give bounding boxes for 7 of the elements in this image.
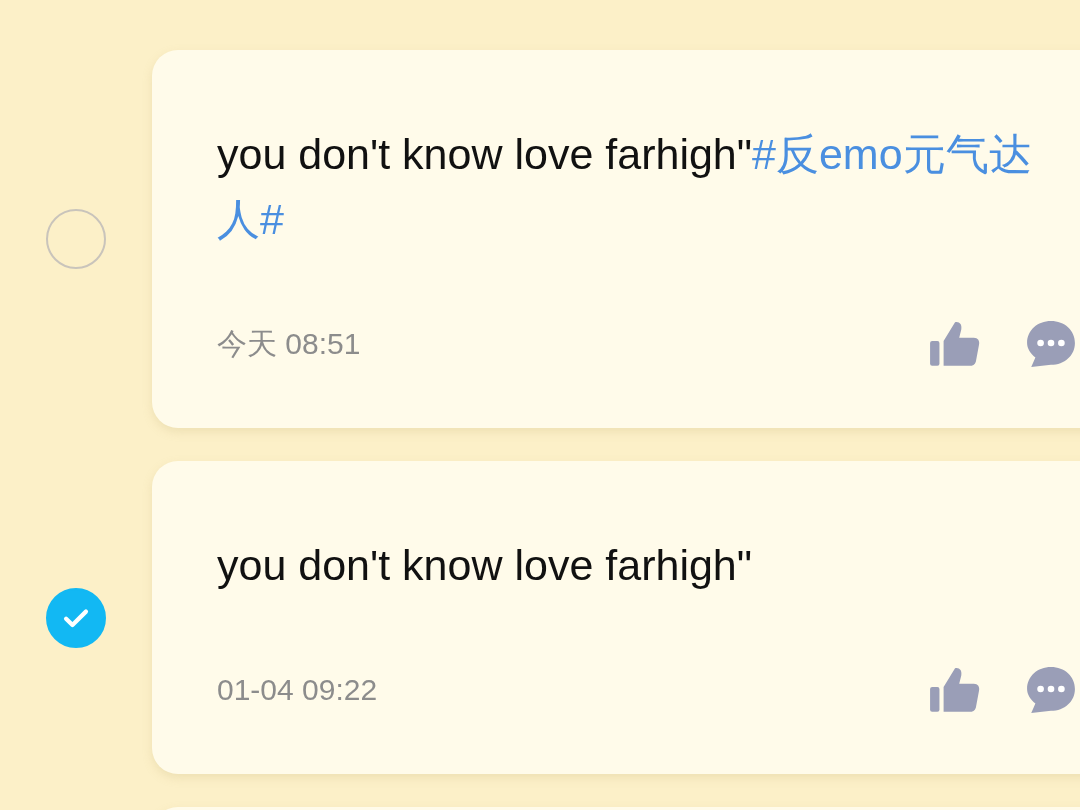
post-time: 01-04 09:22 [217,673,378,707]
post-time: 今天 08:51 [217,325,361,362]
selection-radio[interactable] [46,209,106,269]
post-text: you don't know love farhigh"#反emo元气达人# [217,129,1033,245]
comment-icon[interactable] [1025,664,1077,716]
comment-icon[interactable] [1025,318,1077,370]
post-text: you don't know love farhigh" [217,540,754,591]
